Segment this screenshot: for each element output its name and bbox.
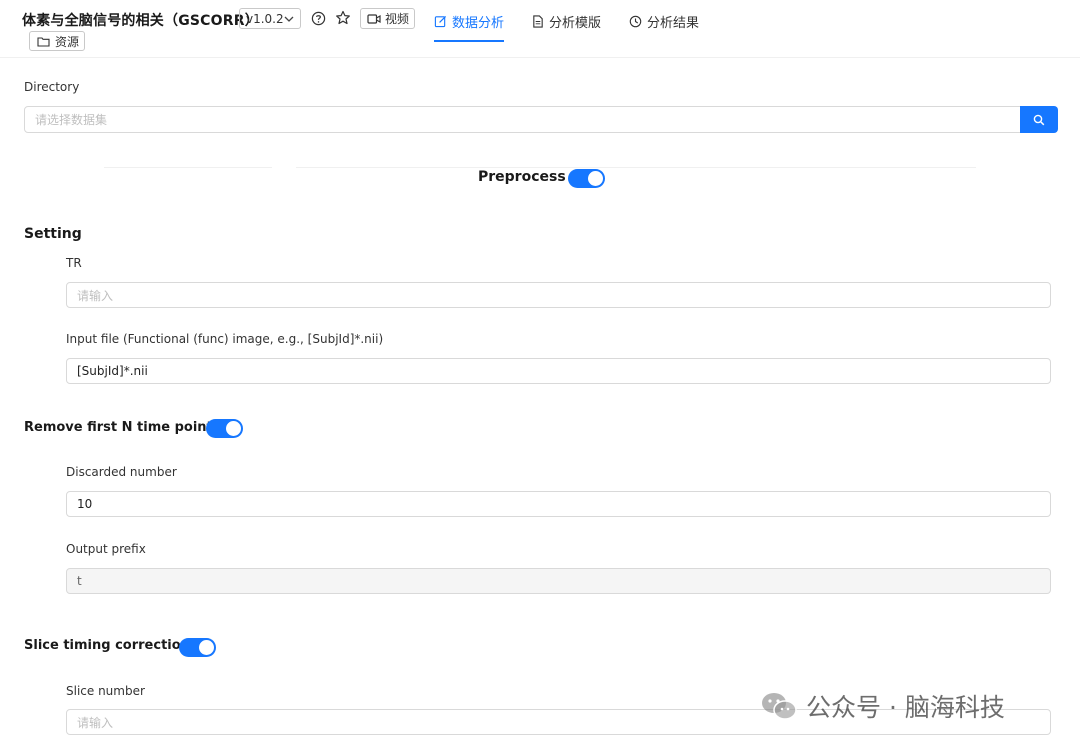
- directory-placeholder: 请选择数据集: [35, 113, 108, 127]
- star-icon[interactable]: [335, 10, 351, 26]
- slice-timing-toggle[interactable]: [179, 638, 216, 657]
- input-file-label: Input file (Functional (func) image, e.g…: [66, 332, 384, 346]
- video-icon: [367, 13, 381, 24]
- chevron-down-icon: [284, 16, 294, 22]
- setting-title: Setting: [24, 226, 82, 242]
- resource-label: 资源: [55, 34, 80, 49]
- remove-first-title: Remove first N time points: [24, 420, 221, 435]
- edit-icon: [434, 15, 447, 27]
- directory-input[interactable]: 请选择数据集: [24, 106, 1021, 133]
- version-value: v1.0.2: [246, 11, 284, 26]
- output-prefix-value: t: [77, 574, 82, 588]
- toggle-knob: [226, 421, 241, 436]
- discarded-number-value: 10: [77, 497, 93, 511]
- discarded-number-label: Discarded number: [66, 465, 177, 479]
- tr-placeholder: 请输入: [77, 288, 114, 303]
- tab-data-analysis[interactable]: 数据分析: [434, 0, 505, 42]
- search-icon: [1033, 114, 1045, 125]
- tab-analysis-results[interactable]: 分析结果: [629, 0, 699, 42]
- slice-number-placeholder: 请输入: [77, 715, 114, 730]
- preprocess-toggle[interactable]: [568, 169, 605, 188]
- divider: [296, 167, 976, 168]
- toggle-knob: [588, 171, 603, 186]
- version-select[interactable]: v1.0.2: [239, 8, 301, 29]
- history-icon: [629, 15, 642, 27]
- wechat-icon: [762, 693, 797, 720]
- input-file-value: [SubjId]*.nii: [77, 364, 148, 378]
- help-icon[interactable]: [310, 10, 326, 26]
- toggle-knob: [199, 640, 214, 655]
- watermark: 公众号 · 脑海科技: [760, 688, 1005, 724]
- search-button[interactable]: [1020, 106, 1058, 133]
- watermark-text: 公众号 · 脑海科技: [806, 693, 1005, 722]
- preprocess-label: Preprocess: [478, 169, 566, 185]
- discarded-number-input[interactable]: 10: [66, 491, 1051, 517]
- app-header: 体素与全脑信号的相关（GSCORR） v1.0.2 视频 资源 数据分析 分析模…: [0, 0, 1080, 58]
- tr-input[interactable]: 请输入: [66, 282, 1051, 308]
- tab-bar: 数据分析 分析模版 分析结果: [434, 0, 727, 42]
- video-button[interactable]: 视频: [360, 8, 415, 29]
- output-prefix-label: Output prefix: [66, 542, 146, 556]
- resource-button[interactable]: 资源: [29, 31, 85, 51]
- folder-icon: [37, 36, 50, 47]
- slice-timing-title: Slice timing correction: [24, 638, 190, 653]
- output-prefix-input: t: [66, 568, 1051, 594]
- divider: [104, 167, 272, 168]
- directory-label: Directory: [24, 80, 80, 94]
- input-file-field[interactable]: [SubjId]*.nii: [66, 358, 1051, 384]
- app-title: 体素与全脑信号的相关（GSCORR）: [22, 13, 259, 29]
- tab-label: 分析模版: [549, 15, 602, 31]
- video-label: 视频: [385, 12, 410, 26]
- tr-label: TR: [66, 256, 82, 270]
- tab-analysis-template[interactable]: 分析模版: [532, 0, 601, 42]
- file-icon: [533, 14, 543, 28]
- remove-first-toggle[interactable]: [206, 419, 243, 438]
- tab-label: 分析结果: [647, 15, 700, 31]
- tab-label: 数据分析: [452, 15, 505, 31]
- slice-number-label: Slice number: [66, 684, 145, 698]
